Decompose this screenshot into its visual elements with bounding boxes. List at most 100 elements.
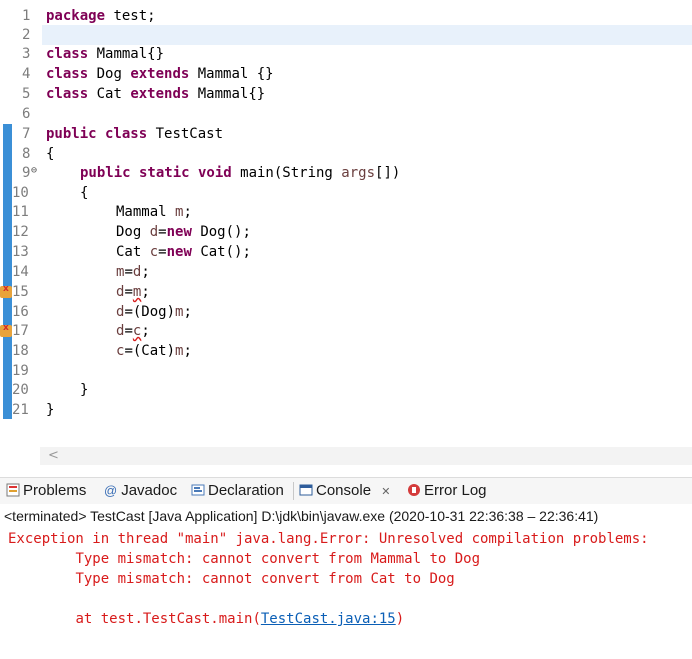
code-text: = [158, 244, 167, 260]
line-number: 17 [12, 323, 29, 339]
code-line-21: } [46, 402, 55, 418]
tab-problems[interactable]: Problems [6, 478, 86, 504]
problems-icon [6, 483, 20, 497]
keyword: public class [46, 126, 148, 142]
line-number: 3 [22, 46, 31, 62]
error-log-icon [408, 484, 420, 496]
line-number: 5 [22, 86, 31, 102]
code-text: = [124, 264, 133, 280]
line-number: 11 [12, 204, 29, 220]
code-line-4: class Dog extends Mammal {} [46, 64, 274, 84]
code-text: = [124, 323, 133, 339]
keyword: package [46, 8, 106, 24]
code-text: []) [375, 165, 401, 181]
line-number: 20 [12, 382, 29, 398]
code-line-11: Mammal m; [116, 202, 192, 222]
code-editor[interactable]: 1 2 3 4 5 6 7 8 9 10 11 12 13 14 15 16 1… [0, 0, 692, 447]
code-line-15: d=m; [116, 282, 150, 302]
code-text: Cat [116, 244, 150, 260]
keyword: extends [130, 66, 190, 82]
close-icon[interactable]: ✕ [381, 486, 390, 498]
line-number: 1 [22, 8, 31, 24]
code-text: Mammal{} [189, 86, 266, 102]
keyword: extends [130, 86, 190, 102]
tab-declaration[interactable]: Declaration [191, 478, 284, 504]
code-text: Mammal [116, 204, 176, 220]
code-line-12: Dog d=new Dog(); [116, 222, 251, 242]
tab-console[interactable]: Console ✕ [299, 478, 390, 504]
line-number: 15 [12, 284, 29, 300]
code-line-17: d=c; [116, 321, 150, 341]
variable: d [149, 224, 159, 240]
error-marker-icon[interactable] [0, 323, 12, 337]
tab-javadoc[interactable]: @ Javadoc [104, 478, 177, 504]
declaration-icon [191, 484, 205, 496]
code-text: Dog [88, 66, 131, 82]
code-text: Dog [116, 224, 150, 240]
keyword: new [166, 224, 192, 240]
keyword: class [46, 66, 89, 82]
variable: c [149, 244, 159, 260]
code-text: Mammal{} [88, 46, 165, 62]
line-number: 18 [12, 343, 29, 359]
code-text: Dog(); [191, 224, 251, 240]
line-number: 19 [12, 363, 29, 379]
horizontal-scrollbar[interactable] [40, 447, 692, 465]
tab-label: Javadoc [121, 482, 178, 499]
console-error-line: Type mismatch: cannot convert from Cat t… [8, 571, 455, 587]
code-line-20: } [80, 382, 89, 398]
line-number: 12 [12, 224, 29, 240]
code-text: ; [183, 204, 192, 220]
line-number-gutter: 1 2 3 4 5 6 7 8 9 10 11 12 13 14 15 16 1… [0, 0, 42, 447]
view-tab-bar: Problems @ Javadoc Declaration Console ✕ … [0, 477, 692, 504]
code-line-3: class Mammal{} [46, 44, 164, 64]
line-number: 8 [22, 146, 31, 162]
line-number: 2 [22, 27, 31, 43]
tab-label: Problems [23, 482, 87, 499]
code-line-5: class Cat extends Mammal{} [46, 84, 265, 104]
code-text: =(Cat) [124, 343, 176, 359]
error-marker-icon[interactable] [0, 284, 12, 298]
variable: args [341, 165, 376, 181]
code-text: = [158, 224, 167, 240]
code-text: ; [141, 323, 150, 339]
keyword: new [166, 244, 192, 260]
line-number: 4 [22, 66, 31, 82]
line-number: 6 [22, 106, 31, 122]
code-text: ; [183, 304, 192, 320]
code-line-9: public static void main(String args[]) [80, 163, 400, 183]
console-error-line: Type mismatch: cannot convert from Mamma… [8, 551, 481, 567]
code-line-8: { [46, 146, 55, 162]
console-output[interactable]: Exception in thread "main" java.lang.Err… [0, 527, 692, 659]
code-line-7: public class TestCast [46, 124, 223, 144]
code-text: ; [183, 343, 192, 359]
code-text: test; [105, 8, 156, 24]
line-number: 21 [12, 402, 29, 418]
code-text: Cat(); [191, 244, 251, 260]
source-link[interactable]: TestCast.java:15 [261, 611, 396, 627]
line-number: 7 [22, 126, 31, 142]
console-error-line: Exception in thread "main" java.lang.Err… [8, 531, 658, 547]
keyword: class [46, 86, 89, 102]
tab-label: Declaration [208, 482, 284, 499]
tab-label: Error Log [424, 482, 487, 499]
stack-text: ) [395, 611, 405, 627]
code-text: =(Dog) [124, 304, 176, 320]
code-line-2-current [42, 25, 692, 45]
console-stack-line: at test.TestCast.main(TestCast.java:15) [8, 609, 404, 629]
console-icon [299, 484, 313, 496]
tab-error-log[interactable]: Error Log [407, 478, 487, 504]
code-line-18: c=(Cat)m; [116, 341, 192, 361]
scroll-left-arrow-icon[interactable]: < [48, 447, 59, 465]
keyword: public static void [80, 165, 232, 181]
console-status-line: <terminated> TestCast [Java Application]… [4, 508, 599, 524]
line-number: 13 [12, 244, 29, 260]
code-text: Cat [88, 86, 131, 102]
fold-collapse-icon[interactable]: ⊖ [31, 165, 43, 177]
code-text: Mammal {} [189, 66, 274, 82]
code-line-10: { [80, 185, 89, 201]
javadoc-icon: @ [104, 483, 118, 498]
code-text: ; [141, 284, 150, 300]
stack-text: at test.TestCast.main( [8, 611, 261, 627]
tab-label: Console [316, 482, 372, 499]
